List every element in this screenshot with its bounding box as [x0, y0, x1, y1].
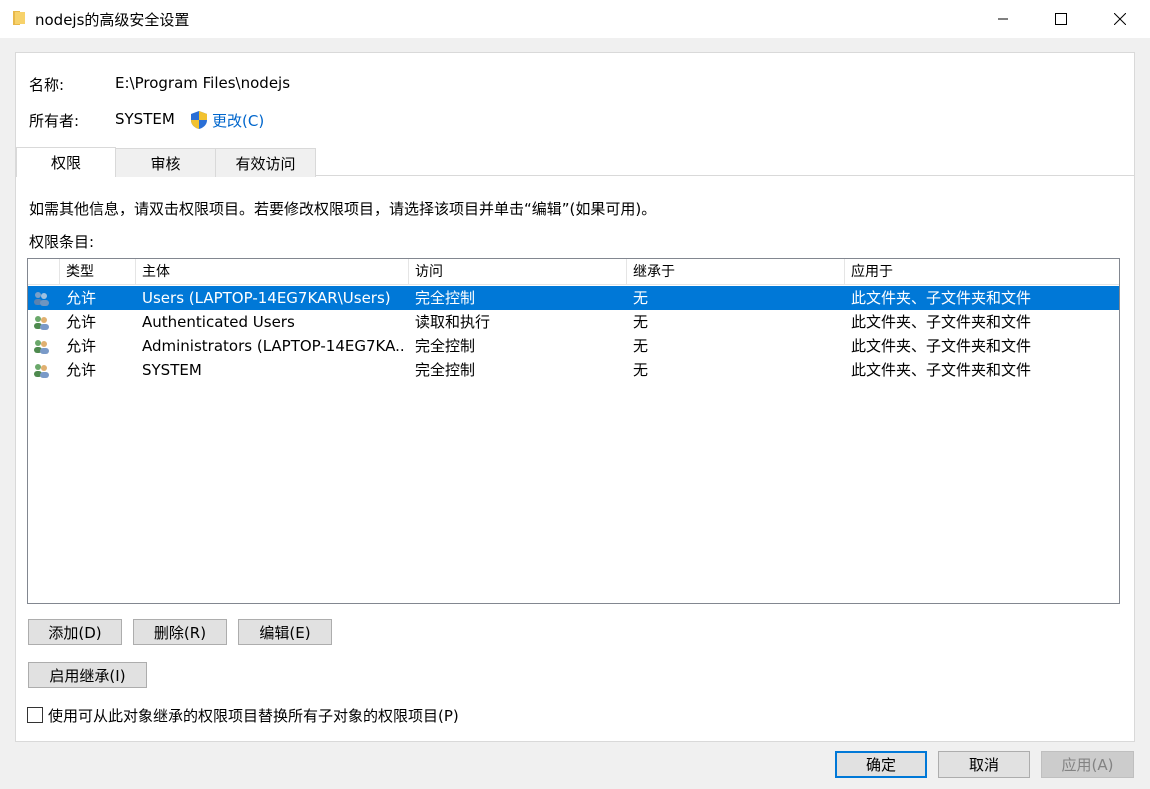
replace-child-permissions-label[interactable]: 使用可从此对象继承的权限项目替换所有子对象的权限项目(P) [48, 705, 459, 726]
column-header-icon[interactable] [28, 259, 60, 285]
remove-button[interactable]: 删除(R) [133, 619, 227, 645]
minimize-icon [998, 18, 1008, 20]
name-value: E:\Program Files\nodejs [115, 74, 291, 92]
column-header-applies[interactable]: 应用于 [845, 259, 1119, 285]
replace-child-permissions-checkbox[interactable] [27, 707, 43, 723]
info-text: 如需其他信息，请双击权限项目。若要修改权限项目，请选择该项目并单击“编辑”(如果… [29, 200, 657, 218]
cell-principal: Users (LAPTOP-14EG7KAR\Users) [142, 289, 391, 307]
window-title: nodejs的高级安全设置 [35, 11, 190, 29]
cell-access: 完全控制 [415, 337, 476, 355]
user-group-icon [34, 364, 49, 378]
owner-value: SYSTEM [115, 110, 175, 128]
cell-applies: 此文件夹、子文件夹和文件 [851, 289, 1032, 307]
column-header-principal[interactable]: 主体 [136, 259, 409, 285]
owner-label: 所有者: [29, 112, 80, 130]
close-button[interactable] [1092, 0, 1148, 38]
table-row[interactable]: 允许 Authenticated Users 读取和执行 无 此文件夹、子文件夹… [28, 310, 1119, 334]
maximize-icon [1055, 13, 1067, 25]
user-group-icon [34, 340, 49, 354]
list-header: 类型 主体 访问 继承于 应用于 [28, 259, 1119, 285]
cell-inherited: 无 [633, 289, 649, 307]
apply-button[interactable]: 应用(A) [1041, 751, 1134, 778]
table-row[interactable]: 允许 Users (LAPTOP-14EG7KAR\Users) 完全控制 无 … [28, 286, 1119, 310]
cell-type: 允许 [66, 313, 97, 331]
cell-principal: Administrators (LAPTOP-14EG7KA... [142, 337, 404, 355]
cell-type: 允许 [66, 289, 97, 307]
table-row[interactable]: 允许 Administrators (LAPTOP-14EG7KA... 完全控… [28, 334, 1119, 358]
add-button[interactable]: 添加(D) [28, 619, 122, 645]
tab-effective-access[interactable]: 有效访问 [215, 148, 316, 177]
edit-button[interactable]: 编辑(E) [238, 619, 332, 645]
cell-access: 读取和执行 [415, 313, 491, 331]
title-bar: nodejs的高级安全设置 [0, 0, 1150, 38]
cell-inherited: 无 [633, 313, 649, 331]
cell-applies: 此文件夹、子文件夹和文件 [851, 361, 1032, 379]
cell-inherited: 无 [633, 361, 649, 379]
tab-permissions[interactable]: 权限 [16, 147, 116, 177]
cell-type: 允许 [66, 361, 97, 379]
name-label: 名称: [29, 76, 65, 94]
column-header-inherited[interactable]: 继承于 [627, 259, 845, 285]
cancel-button[interactable]: 取消 [938, 751, 1030, 778]
tab-auditing[interactable]: 审核 [115, 148, 216, 177]
column-header-type[interactable]: 类型 [60, 259, 136, 285]
table-row[interactable]: 允许 SYSTEM 完全控制 无 此文件夹、子文件夹和文件 [28, 358, 1119, 382]
cell-type: 允许 [66, 337, 97, 355]
ok-button[interactable]: 确定 [835, 751, 927, 778]
permission-entries-list[interactable]: 类型 主体 访问 继承于 应用于 允许 Users (LAPTOP-14EG7K… [27, 258, 1120, 604]
cell-applies: 此文件夹、子文件夹和文件 [851, 313, 1032, 331]
cell-access: 完全控制 [415, 361, 476, 379]
entries-label: 权限条目: [29, 233, 95, 251]
minimize-button[interactable] [975, 0, 1031, 38]
change-owner-link[interactable]: 更改(C) [212, 110, 264, 131]
enable-inheritance-button[interactable]: 启用继承(I) [28, 662, 147, 688]
cell-principal: Authenticated Users [142, 313, 295, 331]
user-group-icon [34, 292, 49, 306]
column-header-access[interactable]: 访问 [409, 259, 627, 285]
cell-principal: SYSTEM [142, 361, 202, 379]
user-group-icon [34, 316, 49, 330]
uac-shield-icon [191, 111, 207, 129]
close-icon [1114, 13, 1126, 25]
cell-applies: 此文件夹、子文件夹和文件 [851, 337, 1032, 355]
cell-inherited: 无 [633, 337, 649, 355]
maximize-button[interactable] [1033, 0, 1089, 38]
cell-access: 完全控制 [415, 289, 476, 307]
folder-icon [13, 11, 25, 25]
